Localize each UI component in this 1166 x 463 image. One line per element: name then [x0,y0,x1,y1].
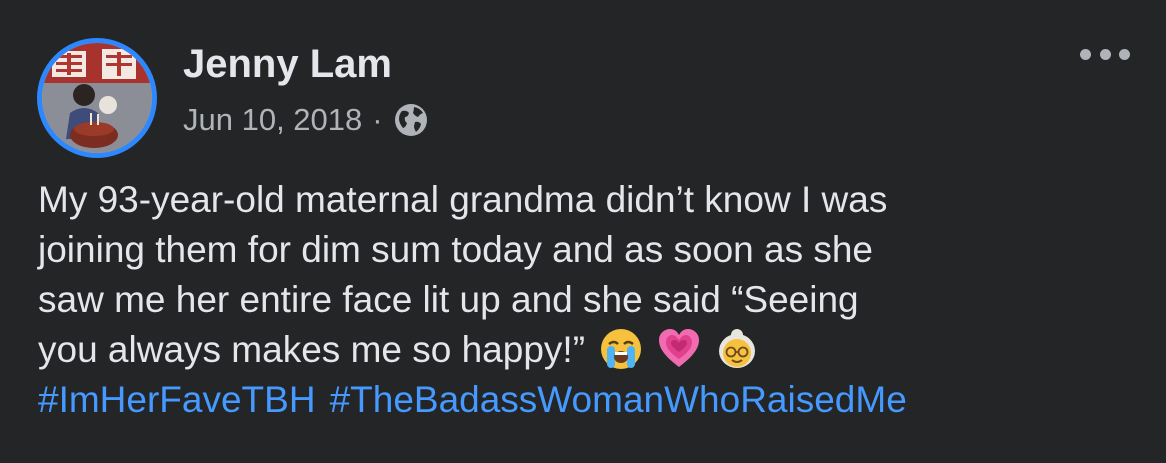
more-dot [1099,48,1111,60]
meta-separator: · [372,102,383,137]
post-text-line: My 93-year-old maternal grandma didn’t k… [38,179,888,220]
post-text-line: you always makes me so happy!” [38,329,586,370]
more-options-button[interactable] [1080,42,1130,66]
author-avatar[interactable] [37,38,157,158]
more-dot [1119,48,1130,60]
growing-heart-emoji [659,329,700,367]
more-dot [1080,48,1091,60]
loudly-crying-face-emoji [601,329,642,369]
avatar-photo [42,43,152,153]
post-date[interactable]: Jun 10, 2018 [183,102,362,138]
hashtag-link[interactable]: #ImHerFaveTBH [38,379,316,420]
author-name[interactable]: Jenny Lam [183,40,392,88]
post-text-line: saw me her entire face lit up and she sa… [38,279,859,320]
globe-icon[interactable] [393,102,429,138]
hashtag-list: #ImHerFaveTBH #TheBadassWomanWhoRaisedMe [38,375,1148,425]
post-text: My 93-year-old maternal grandma didn’t k… [38,175,1148,425]
post-text-line: joining them for dim sum today and as so… [38,229,874,270]
post-text-line-with-emojis: you always makes me so happy!” [38,325,1148,375]
post-meta: Jun 10, 2018 · [183,98,429,142]
older-woman-emoji [719,329,756,368]
hashtag-link[interactable]: #TheBadassWomanWhoRaisedMe [330,379,907,420]
